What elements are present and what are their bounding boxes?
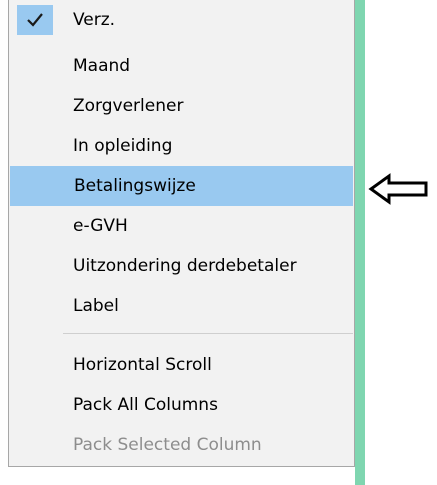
- left-arrow-icon: [368, 173, 428, 205]
- menu-item-pack-all-columns[interactable]: Pack All Columns: [9, 385, 354, 425]
- menu-item-verz[interactable]: Verz.: [9, 0, 354, 40]
- menu-item-label: Maand: [73, 56, 131, 76]
- menu-item-pack-selected-column: Pack Selected Column: [9, 425, 354, 465]
- menu-item-betalingswijze[interactable]: Betalingswijze: [10, 166, 353, 206]
- menu-item-label: Betalingswijze: [74, 176, 196, 196]
- window-edge-strip: [355, 0, 365, 485]
- menu-item-label-text: Label: [73, 296, 119, 316]
- menu-item-label: Horizontal Scroll: [73, 355, 212, 375]
- menu-item-zorgverlener[interactable]: Zorgverlener: [9, 86, 354, 126]
- menu-item-uitzondering-derdebetaler[interactable]: Uitzondering derdebetaler: [9, 246, 354, 286]
- menu-item-e-gvh[interactable]: e-GVH: [9, 206, 354, 246]
- menu-item-label: In opleiding: [73, 136, 173, 156]
- column-context-menu: Verz. Maand Zorgverlener In opleiding Be…: [8, 0, 355, 467]
- check-gutter: [17, 5, 53, 35]
- menu-item-label: Zorgverlener: [73, 96, 184, 116]
- menu-item-label: Pack Selected Column: [73, 435, 262, 455]
- menu-item-horizontal-scroll[interactable]: Horizontal Scroll: [9, 345, 354, 385]
- menu-item-label: Pack All Columns: [73, 395, 218, 415]
- menu-item-in-opleiding[interactable]: In opleiding: [9, 126, 354, 166]
- menu-item-label: Uitzondering derdebetaler: [73, 256, 297, 276]
- menu-separator: [63, 333, 353, 334]
- menu-item-label: Verz.: [73, 10, 116, 30]
- menu-item-label: e-GVH: [73, 216, 128, 236]
- checkmark-icon: [27, 13, 43, 27]
- menu-item-maand[interactable]: Maand: [9, 46, 354, 86]
- menu-item-label[interactable]: Label: [9, 286, 354, 326]
